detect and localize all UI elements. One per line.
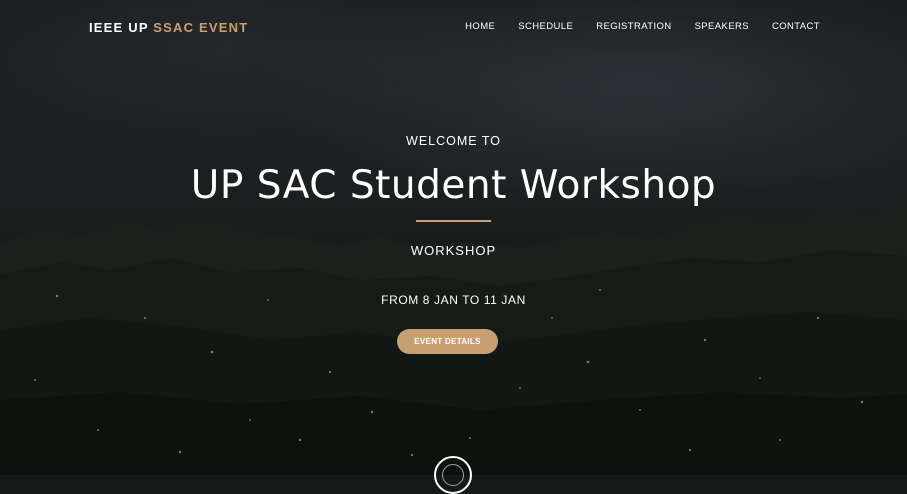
nav-menu: HOME SCHEDULE REGISTRATION SPEAKERS CONT… (465, 21, 820, 32)
nav-item-contact[interactable]: CONTACT (772, 21, 820, 32)
logo-accent: SSAC EVENT (153, 20, 249, 35)
event-details-button[interactable]: EVENT DETAILS (397, 329, 498, 354)
nav-item-home[interactable]: HOME (465, 21, 495, 32)
hero-overlay (0, 0, 907, 475)
event-type: WORKSHOP (410, 243, 497, 258)
welcome-text: WELCOME TO (406, 134, 501, 148)
scroll-down-icon[interactable] (434, 456, 472, 494)
title-divider (416, 220, 491, 222)
nav-item-speakers[interactable]: SPEAKERS (695, 21, 749, 32)
event-title: UP SAC Student Workshop (190, 163, 717, 208)
event-dates: FROM 8 JAN TO 11 JAN (381, 293, 526, 307)
nav-item-schedule[interactable]: SCHEDULE (518, 21, 573, 32)
scroll-indicator-inner (442, 464, 464, 486)
nav-item-registration[interactable]: REGISTRATION (596, 21, 671, 32)
logo-prefix: IEEE UP (89, 20, 149, 35)
site-logo[interactable]: IEEE UP SSAC EVENT (89, 20, 248, 35)
hero-section (0, 0, 907, 475)
top-navbar: IEEE UP SSAC EVENT HOME SCHEDULE REGISTR… (0, 0, 907, 56)
